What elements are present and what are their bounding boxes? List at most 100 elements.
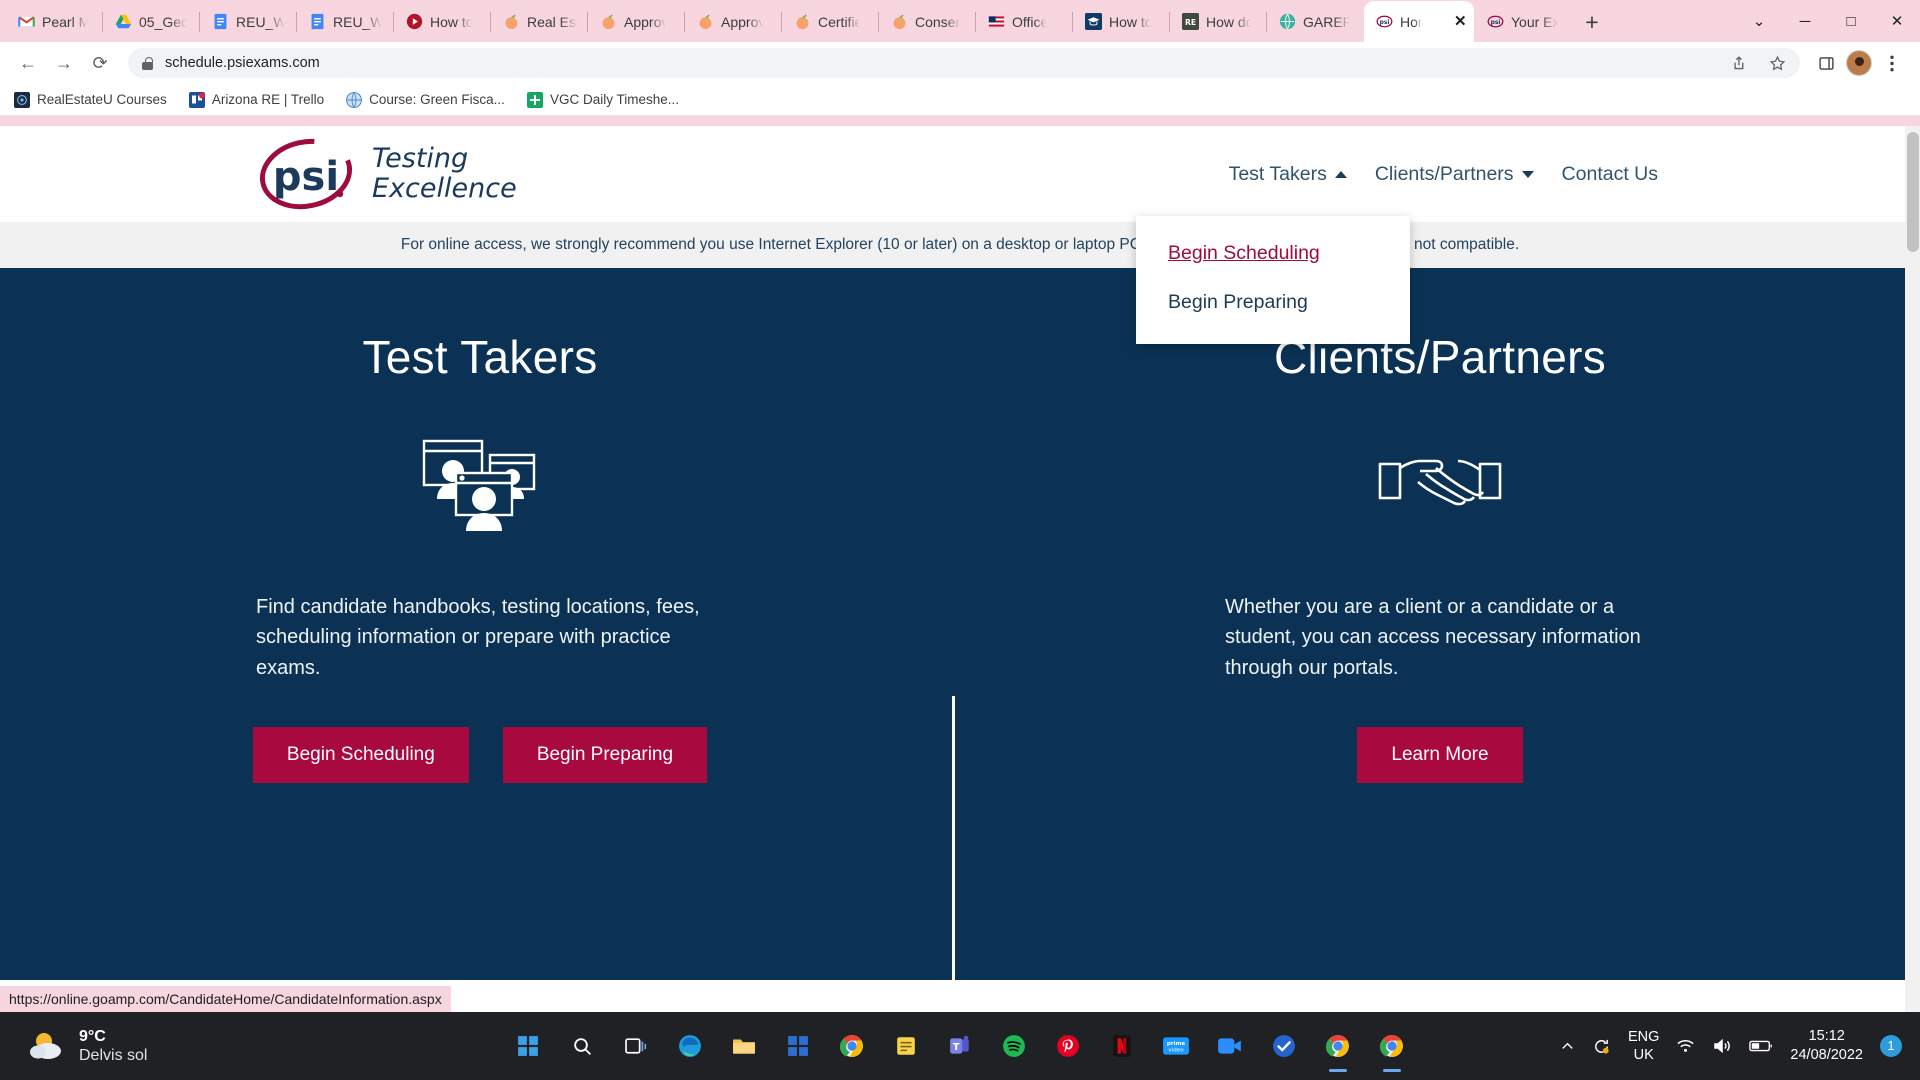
window-controls: ⌄ ─ □ ✕	[1736, 0, 1920, 42]
edge-button[interactable]	[673, 1029, 707, 1063]
todo-button[interactable]	[1267, 1029, 1301, 1063]
three-dot-menu-icon[interactable]	[1876, 47, 1908, 79]
weather-temperature: 9°C	[79, 1027, 106, 1045]
browser-tab[interactable]: REU_W	[297, 1, 393, 42]
checkmark-icon	[1272, 1034, 1296, 1058]
microsoft-store-button[interactable]	[781, 1029, 815, 1063]
new-tab-button[interactable]: +	[1575, 5, 1609, 39]
google-drive-icon	[115, 13, 132, 30]
nav-item-contact-us[interactable]: Contact Us	[1562, 163, 1658, 186]
netflix-button[interactable]	[1105, 1029, 1139, 1063]
windows-taskbar: 9°C Delvis sol Tprime video ENG UK 15:12…	[0, 1012, 1920, 1080]
windows-icon	[517, 1035, 539, 1057]
close-window-button[interactable]: ✕	[1874, 0, 1920, 42]
chrome-window-button[interactable]	[1321, 1029, 1355, 1063]
task-view-button[interactable]	[619, 1029, 653, 1063]
test-takers-column: Test Takers Find candidate handbooks, te…	[0, 268, 960, 980]
bookmark-item[interactable]: VGC Daily Timeshe...	[526, 91, 679, 108]
tab-title: How to	[1109, 13, 1153, 30]
address-bar[interactable]: schedule.psiexams.com	[128, 48, 1800, 78]
tab-title: How do	[1206, 13, 1254, 30]
lock-icon	[142, 56, 153, 70]
google-docs-icon	[309, 13, 326, 30]
clock-time: 15:12	[1808, 1028, 1845, 1045]
profile-avatar[interactable]	[1846, 50, 1872, 76]
browser-tab[interactable]: Approv	[588, 1, 684, 42]
browser-tab[interactable]: Certifie	[782, 1, 878, 42]
psi-logo-mark: psi	[256, 138, 356, 210]
site-header: psi Testing Excellence Test Takers Clien…	[0, 126, 1920, 222]
battery-icon[interactable]	[1749, 1039, 1773, 1053]
tab-title: Pearl M	[42, 13, 91, 30]
onedrive-sync-icon[interactable]	[1592, 1037, 1611, 1056]
side-panel-icon[interactable]	[1810, 47, 1842, 79]
teams-icon: T	[948, 1035, 972, 1057]
notification-badge[interactable]: 1	[1880, 1035, 1902, 1057]
tab-title: Hor	[1400, 13, 1423, 30]
star-icon[interactable]	[1769, 55, 1786, 72]
language-indicator[interactable]: ENG UK	[1628, 1028, 1659, 1064]
tab-title: REU_W	[333, 13, 384, 30]
peach-icon	[503, 13, 520, 30]
bookmark-item[interactable]: Arizona RE | Trello	[188, 91, 324, 108]
maximize-button[interactable]: □	[1828, 0, 1874, 42]
chevron-up-icon	[1334, 170, 1347, 178]
prime-video-icon: prime video	[1162, 1035, 1190, 1057]
browser-tab[interactable]: Office	[976, 1, 1072, 42]
search-button[interactable]	[565, 1029, 599, 1063]
scrollbar-thumb[interactable]	[1907, 132, 1919, 252]
sticky-notes-button[interactable]	[889, 1029, 923, 1063]
browser-tab-active[interactable]: psi Hor ✕	[1364, 1, 1474, 42]
start-button[interactable]	[511, 1029, 545, 1063]
begin-scheduling-button[interactable]: Begin Scheduling	[252, 727, 469, 784]
browser-tab[interactable]: REU_W	[200, 1, 296, 42]
reload-button[interactable]: ⟳	[84, 47, 116, 79]
browser-tab[interactable]: How to	[1073, 1, 1169, 42]
browser-tab[interactable]: psi Your Ex	[1475, 1, 1571, 42]
chrome-window-2-button[interactable]	[1375, 1029, 1409, 1063]
nav-item-clients-partners[interactable]: Clients/Partners	[1375, 163, 1534, 186]
browser-tab[interactable]: 05_Geo	[103, 1, 199, 42]
pinterest-button[interactable]	[1051, 1029, 1085, 1063]
browser-tab[interactable]: How to	[394, 1, 490, 42]
file-explorer-button[interactable]	[727, 1029, 761, 1063]
nav-item-contact-us-label: Contact Us	[1561, 162, 1658, 185]
forward-button[interactable]: →	[48, 47, 80, 79]
tab-search-button[interactable]: ⌄	[1736, 0, 1782, 42]
learn-more-button[interactable]: Learn More	[1357, 727, 1523, 784]
bookmark-item[interactable]: RealEstateU Courses	[14, 91, 167, 108]
dropdown-item-begin-preparing[interactable]: Begin Preparing	[1136, 273, 1410, 322]
browser-window: Pearl M 05_Geo REU_W REU_W How to Real Est App…	[0, 0, 1920, 1012]
browser-tab[interactable]: Consen	[879, 1, 975, 42]
close-icon[interactable]: ✕	[1454, 14, 1468, 29]
page-scrollbar[interactable]	[1905, 126, 1920, 1012]
taskbar-clock[interactable]: 15:12 24/08/2022	[1790, 1027, 1863, 1065]
zoom-button[interactable]	[1213, 1029, 1247, 1063]
browser-tab[interactable]: Approv	[685, 1, 781, 42]
browser-tab[interactable]: RE How do	[1170, 1, 1266, 42]
clients-partners-buttons: Learn More	[1357, 727, 1523, 784]
minimize-button[interactable]: ─	[1782, 0, 1828, 42]
tab-title: GAREP	[1303, 13, 1353, 30]
speaker-icon[interactable]	[1712, 1038, 1732, 1054]
weather-widget[interactable]: 9°C Delvis sol	[28, 1027, 147, 1065]
psi-logo[interactable]: psi Testing Excellence	[256, 138, 517, 210]
browser-tab[interactable]: Pearl M	[6, 1, 102, 42]
nav-item-test-takers[interactable]: Test Takers	[1229, 163, 1347, 186]
back-button[interactable]: ←	[12, 47, 44, 79]
show-hidden-icons-icon[interactable]	[1560, 1039, 1575, 1054]
wifi-icon[interactable]	[1676, 1038, 1695, 1054]
bookmark-item[interactable]: Course: Green Fisca...	[346, 91, 505, 108]
browser-tab[interactable]: GAREP	[1267, 1, 1363, 42]
dropdown-item-begin-scheduling[interactable]: Begin Scheduling	[1136, 234, 1410, 273]
prime-video-button[interactable]: prime video	[1159, 1029, 1193, 1063]
bookmark-label: VGC Daily Timeshe...	[549, 92, 679, 107]
browser-tab[interactable]: Real Est	[491, 1, 587, 42]
spotify-button[interactable]	[997, 1029, 1031, 1063]
chrome-button[interactable]	[835, 1029, 869, 1063]
share-icon[interactable]	[1730, 55, 1747, 72]
begin-preparing-button[interactable]: Begin Preparing	[502, 727, 708, 784]
tab-title: Certifie	[818, 13, 863, 30]
clients-partners-column: Clients/Partners Whether you are a clien…	[960, 268, 1920, 980]
teams-button[interactable]: T	[943, 1029, 977, 1063]
